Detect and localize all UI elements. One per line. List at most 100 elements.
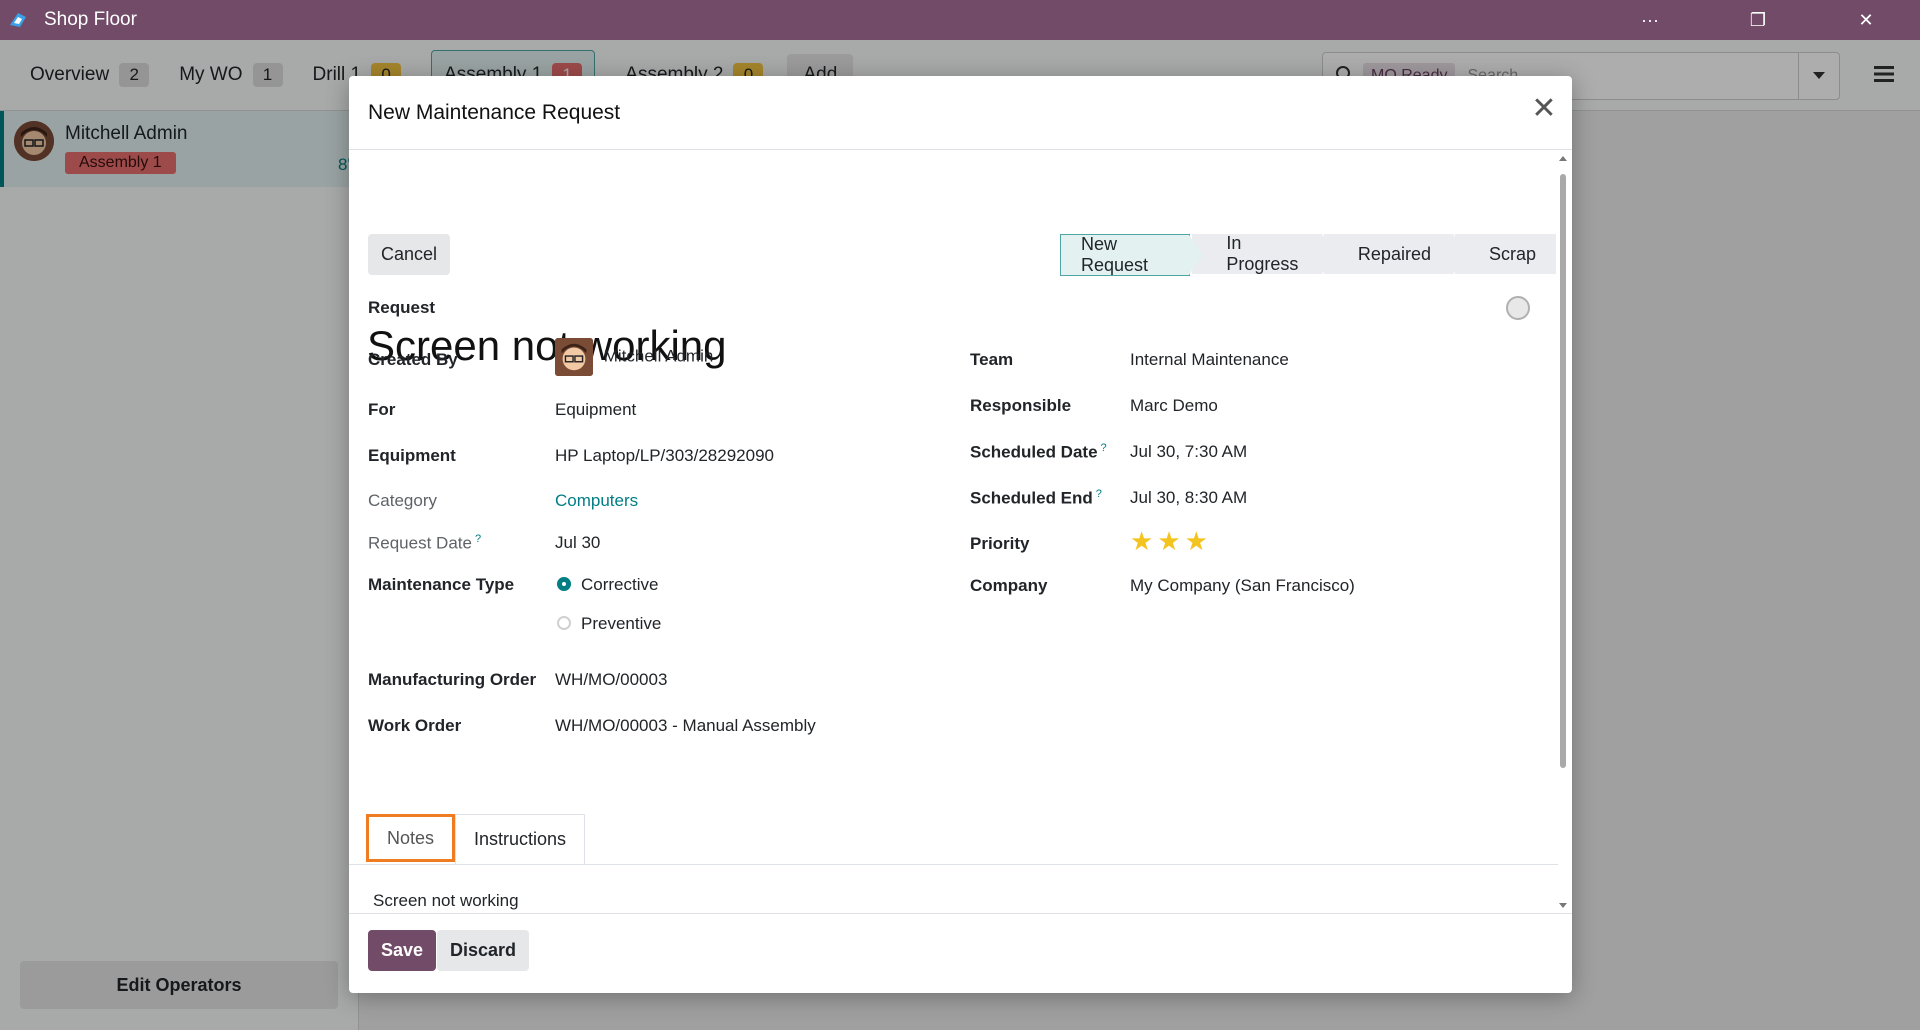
scroll-down-icon[interactable] [1559, 903, 1567, 908]
tab-label: Instructions [473, 829, 567, 849]
priority-stars[interactable]: ★ ★ ★ [1130, 528, 1208, 554]
close-icon[interactable]: ✕ [1530, 94, 1558, 124]
close-window-icon[interactable]: ✕ [1812, 0, 1920, 40]
window-title: Shop Floor [44, 9, 137, 30]
team-value: Internal Maintenance [1130, 350, 1289, 369]
responsible-label: Responsible [970, 396, 1072, 415]
star-icon[interactable]: ★ [1130, 528, 1153, 554]
notebook-tabs: Notes Instructions [349, 814, 1558, 865]
team-label-wrap: Team [970, 350, 1013, 370]
work-order-label-wrap: Work Order [368, 716, 461, 736]
scroll-up-icon[interactable] [1559, 156, 1567, 161]
stage-scrap[interactable]: Scrap [1454, 234, 1556, 274]
dialog-body: Cancel New Request In Progress Repaired … [349, 150, 1558, 912]
request-date-label: Request Date [368, 533, 472, 553]
radio-label: Corrective [581, 575, 659, 594]
team-field[interactable]: Internal Maintenance [1130, 350, 1289, 370]
company-field[interactable]: My Company (San Francisco) [1130, 576, 1355, 596]
work-order-field[interactable]: WH/MO/00003 - Manual Assembly [555, 716, 816, 736]
stage-repaired[interactable]: Repaired [1323, 234, 1467, 274]
responsible-label-wrap: Responsible [970, 396, 1071, 416]
help-tooltip-icon[interactable]: ? [1101, 442, 1107, 454]
created-by-field[interactable]: Mitchell Admin [555, 338, 713, 376]
request-date-label-wrap: Request Date? [368, 533, 481, 554]
team-label: Team [970, 350, 1014, 369]
manufacturing-order-label-wrap: Manufacturing Order [368, 670, 536, 690]
responsible-field[interactable]: Marc Demo [1130, 396, 1218, 416]
scheduled-date-field[interactable]: Jul 30, 7:30 AM [1130, 442, 1247, 462]
priority-label-wrap: Priority [970, 534, 1030, 554]
window-titlebar: Shop Floor ··· ❐ ✕ [0, 0, 1920, 40]
work-order-value: WH/MO/00003 - Manual Assembly [555, 716, 816, 735]
dialog-title: New Maintenance Request [368, 100, 621, 124]
help-tooltip-icon[interactable]: ? [1096, 488, 1102, 500]
restore-window-icon[interactable]: ❐ [1704, 0, 1812, 40]
for-value: Equipment [555, 400, 637, 419]
discard-button[interactable]: Discard [437, 930, 530, 971]
stage-new-request[interactable]: New Request [1060, 234, 1204, 276]
maintenance-type-label-wrap: Maintenance Type [368, 575, 514, 595]
scheduled-end-label: Scheduled End [970, 488, 1093, 508]
created-by-label: Created By [368, 350, 458, 369]
maintenance-request-dialog: New Maintenance Request ✕ Cancel New Req… [349, 76, 1572, 993]
category-label-wrap: Category [368, 491, 437, 511]
stage-in-progress[interactable]: In Progress [1192, 233, 1336, 274]
tab-label: Notes [386, 827, 435, 848]
maintenance-type-label: Maintenance Type [368, 575, 515, 594]
scrollbar-thumb[interactable] [1560, 174, 1566, 768]
notes-editor[interactable]: Screen not working [373, 891, 519, 911]
manufacturing-order-label: Manufacturing Order [368, 670, 537, 689]
equipment-label: Equipment [368, 446, 456, 465]
dialog-footer: Save Discard [349, 913, 1572, 994]
equipment-field[interactable]: HP Laptop/LP/303/28292090 [555, 446, 774, 466]
manufacturing-order-value: WH/MO/00003 [555, 670, 668, 689]
tab-notes[interactable]: Notes [366, 814, 455, 862]
cancel-button[interactable]: Cancel [368, 234, 451, 275]
equipment-label-wrap: Equipment [368, 446, 456, 466]
scheduled-end-value: Jul 30, 8:30 AM [1130, 488, 1248, 507]
scheduled-date-value: Jul 30, 7:30 AM [1130, 442, 1248, 461]
help-tooltip-icon[interactable]: ? [475, 533, 481, 545]
responsible-value: Marc Demo [1130, 396, 1218, 415]
radio-label: Preventive [581, 614, 662, 633]
category-label: Category [368, 491, 437, 510]
created-by-label-wrap: Created By [368, 350, 458, 370]
scheduled-end-field[interactable]: Jul 30, 8:30 AM [1130, 488, 1247, 508]
stage-label: Scrap [1488, 243, 1536, 264]
created-by-value: Mitchell Admin [603, 346, 714, 366]
dialog-scrollbar[interactable] [1558, 156, 1568, 908]
radio-unchecked-icon [557, 615, 571, 630]
star-icon[interactable]: ★ [1185, 528, 1208, 554]
user-avatar [555, 338, 593, 376]
category-field[interactable]: Computers [555, 491, 638, 511]
for-field[interactable]: Equipment [555, 400, 636, 420]
app-logo-icon [8, 9, 30, 31]
request-date-field[interactable]: Jul 30 [555, 533, 600, 553]
kanban-state-icon[interactable] [1506, 296, 1530, 320]
work-order-label: Work Order [368, 716, 462, 735]
scheduled-date-label-wrap: Scheduled Date? [970, 442, 1107, 463]
company-label-wrap: Company [970, 576, 1047, 596]
stage-label: In Progress [1226, 233, 1299, 274]
dialog-header: New Maintenance Request ✕ [349, 76, 1572, 150]
for-label: For [368, 400, 396, 419]
equipment-value: HP Laptop/LP/303/28292090 [555, 446, 774, 465]
company-value: My Company (San Francisco) [1130, 576, 1355, 595]
radio-preventive[interactable]: Preventive [557, 614, 661, 634]
more-options-icon[interactable]: ··· [1596, 0, 1704, 40]
scheduled-end-label-wrap: Scheduled End? [970, 488, 1102, 509]
save-button[interactable]: Save [368, 930, 437, 971]
tab-instructions[interactable]: Instructions [455, 814, 585, 864]
for-label-wrap: For [368, 400, 395, 420]
star-icon[interactable]: ★ [1157, 528, 1180, 554]
request-label: Request [368, 298, 436, 317]
radio-checked-icon [557, 576, 571, 591]
category-link[interactable]: Computers [555, 491, 638, 510]
manufacturing-order-field[interactable]: WH/MO/00003 [555, 670, 667, 690]
request-date-value: Jul 30 [555, 533, 601, 552]
stage-statusbar: New Request In Progress Repaired Scrap [1060, 233, 1558, 276]
scheduled-date-label: Scheduled Date [970, 442, 1098, 462]
stage-label: Repaired [1357, 243, 1431, 264]
radio-corrective[interactable]: Corrective [557, 575, 658, 595]
priority-label: Priority [970, 534, 1030, 553]
